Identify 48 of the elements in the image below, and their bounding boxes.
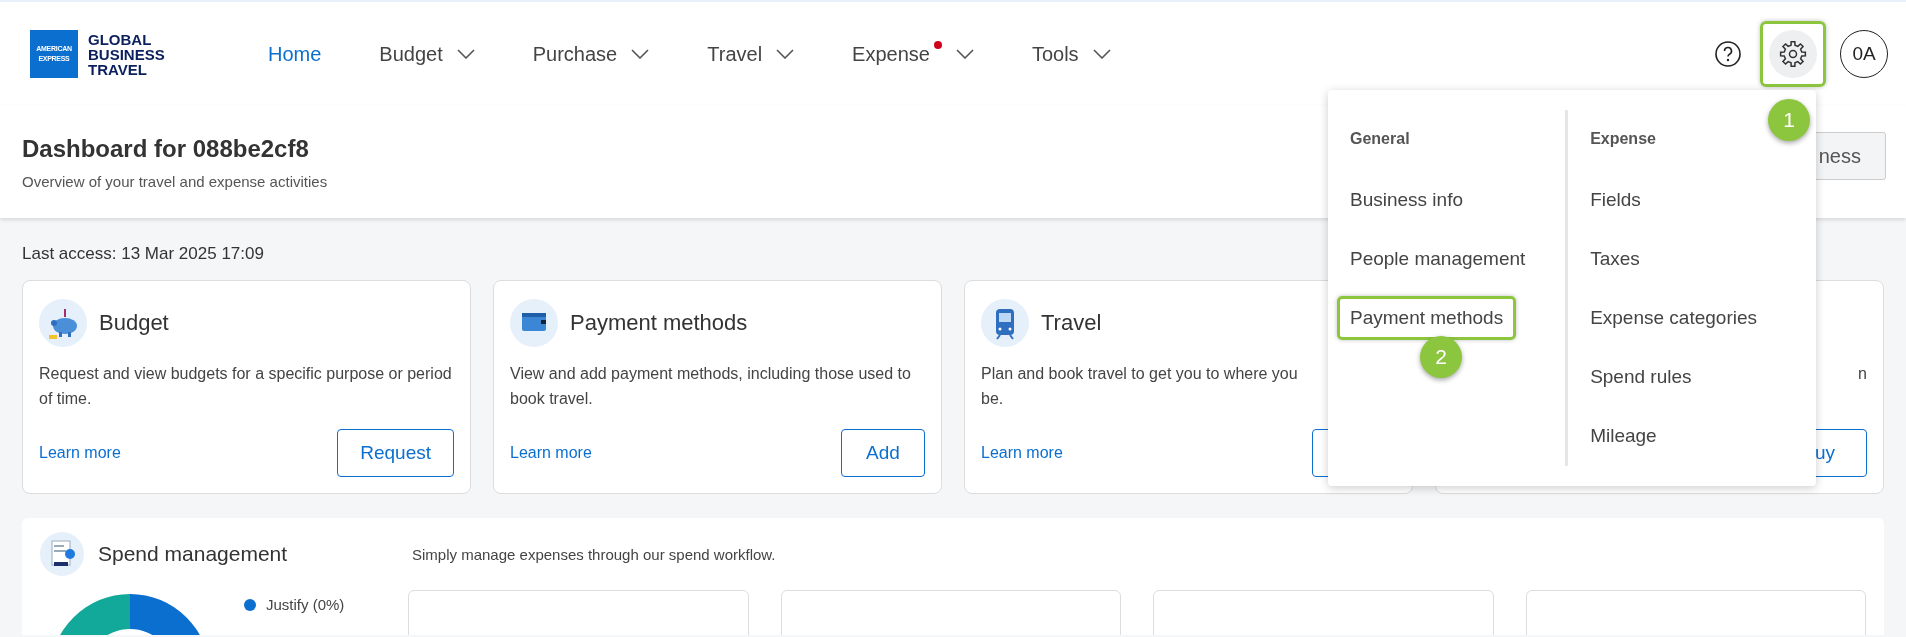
learn-more-link[interactable]: Learn more xyxy=(981,444,1063,462)
chevron-down-icon xyxy=(631,49,650,59)
piggy-bank-icon xyxy=(39,299,87,347)
train-icon xyxy=(981,299,1029,347)
avatar-button[interactable]: 0A xyxy=(1840,30,1888,78)
chevron-down-icon xyxy=(955,49,974,59)
menu-item[interactable]: Fields xyxy=(1577,177,1654,222)
menu-item[interactable]: Expense categories xyxy=(1577,295,1770,340)
chevron-down-icon xyxy=(776,49,795,59)
menu-item[interactable]: Spend rules xyxy=(1577,354,1705,399)
section-description: Simply manage expenses through our spend workflow. xyxy=(412,545,776,563)
card-action-button[interactable]: Add xyxy=(841,429,925,477)
logo-wordmark: GLOBAL BUSINESS TRAVEL xyxy=(88,31,165,77)
menu-item[interactable]: Taxes xyxy=(1577,236,1653,281)
menu-heading: General xyxy=(1350,130,1411,149)
learn-more-link[interactable]: Learn more xyxy=(39,444,121,462)
help-icon xyxy=(1714,40,1742,68)
page-title: Dashboard for 088be2cf8 xyxy=(22,134,310,163)
nav-tab[interactable]: Home xyxy=(268,36,322,72)
step-number-badge: 2 xyxy=(1420,336,1462,378)
card-description: Request and view budgets for a specific purpose or period of time. xyxy=(39,365,452,407)
chevron-down-icon xyxy=(456,49,475,59)
learn-more-link[interactable]: Learn more xyxy=(510,444,592,462)
settings-icon xyxy=(1779,40,1807,68)
nav-tab[interactable]: Tools xyxy=(1031,36,1111,72)
card-description: n xyxy=(1858,365,1867,382)
menu-heading: Expense xyxy=(1590,130,1657,149)
menu-item[interactable]: Business info xyxy=(1337,177,1476,222)
nav-tab[interactable]: Budget xyxy=(379,36,475,72)
card-action-button[interactable]: Request xyxy=(337,429,454,477)
card-description: View and add payment methods, including those used to book travel. xyxy=(510,365,911,407)
menu-item[interactable]: Mileage xyxy=(1577,413,1670,458)
card-title: Payment methods xyxy=(570,310,748,336)
card-title: Travel xyxy=(1041,310,1102,336)
nav-tab[interactable]: Purchase xyxy=(532,36,650,72)
nav-tab[interactable]: Expense xyxy=(852,36,974,72)
page-subtitle: Overview of your travel and expense activities xyxy=(22,172,328,190)
card-title: Budget xyxy=(99,310,169,336)
menu-item[interactable]: Payment methods xyxy=(1337,295,1517,340)
chevron-down-icon xyxy=(1092,49,1111,59)
card-description: Plan and book travel to get you to where you be. xyxy=(981,365,1298,407)
wallet-icon xyxy=(510,299,558,347)
document-icon xyxy=(40,532,84,576)
menu-item[interactable]: People management xyxy=(1337,236,1539,281)
section-title: Spend management xyxy=(98,542,289,566)
nav-tab[interactable]: Travel xyxy=(707,36,795,72)
last-access-text: Last access: 13 Mar 2025 17:09 xyxy=(22,244,264,263)
legend-label: Justify (0%) xyxy=(266,596,345,613)
